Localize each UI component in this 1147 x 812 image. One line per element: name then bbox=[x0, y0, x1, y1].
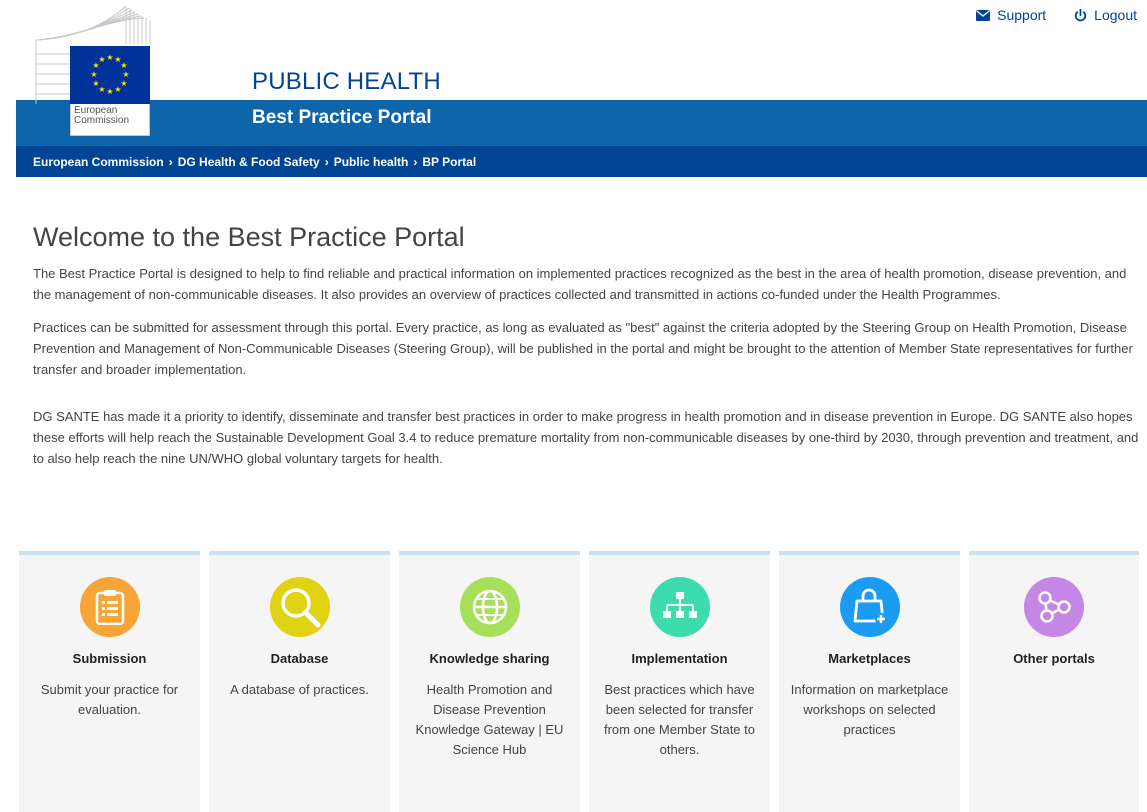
site-title: PUBLIC HEALTH bbox=[252, 68, 441, 95]
card-description: Information on marketplace workshops on … bbox=[790, 682, 949, 737]
card-database[interactable]: Database A database of practices. bbox=[209, 551, 390, 812]
card-knowledge-sharing[interactable]: Knowledge sharing Health Promotion and D… bbox=[399, 551, 580, 812]
card-title: Knowledge sharing bbox=[429, 651, 550, 666]
power-icon bbox=[1074, 8, 1087, 21]
breadcrumb-european-commission[interactable]: European Commission bbox=[33, 155, 164, 169]
svg-text:★: ★ bbox=[90, 70, 97, 79]
card-other-portals[interactable]: Other portals bbox=[969, 551, 1139, 812]
header-band bbox=[16, 100, 1147, 146]
top-utility-bar: Support Logout bbox=[976, 7, 1137, 23]
card-title: Other portals bbox=[1013, 651, 1095, 666]
submission-paragraph: Practices can be submitted for assessmen… bbox=[33, 320, 1133, 377]
card-title: Marketplaces bbox=[828, 651, 911, 666]
support-label: Support bbox=[997, 7, 1047, 23]
card-icon-circle bbox=[649, 577, 710, 637]
breadcrumb-separator: › bbox=[168, 154, 173, 169]
eu-stars-icon: ★ ★ ★ ★ ★ ★ ★ ★ ★ ★ ★ ★ bbox=[90, 53, 129, 96]
svg-text:★: ★ bbox=[122, 70, 129, 79]
card-marketplaces[interactable]: Marketplaces Information on marketplace … bbox=[779, 551, 960, 812]
breadcrumb-public-health[interactable]: Public health bbox=[334, 155, 409, 169]
card-description: Best practices which have been selected … bbox=[603, 682, 755, 757]
page-title: Welcome to the Best Practice Portal bbox=[33, 222, 465, 252]
card-icon-circle bbox=[1024, 577, 1084, 637]
logo-caption-line-2: Commission bbox=[74, 115, 130, 126]
svg-text:★: ★ bbox=[98, 55, 105, 64]
eu-flag: ★ ★ ★ ★ ★ ★ ★ ★ ★ ★ ★ ★ bbox=[70, 46, 150, 104]
card-icon-circle bbox=[459, 577, 520, 637]
breadcrumb-separator: › bbox=[324, 154, 329, 169]
breadcrumb-bp-portal[interactable]: BP Portal bbox=[422, 155, 476, 169]
card-title: Database bbox=[270, 651, 329, 666]
card-title: Submission bbox=[72, 651, 147, 666]
intro-paragraph: The Best Practice Portal is designed to … bbox=[33, 266, 1127, 302]
card-icon-circle bbox=[839, 577, 900, 637]
shopping-bag-icon bbox=[853, 588, 887, 625]
clipboard-icon bbox=[95, 590, 124, 625]
card-icon-circle bbox=[269, 577, 330, 637]
svg-text:★: ★ bbox=[114, 85, 121, 94]
site-header: Support Logout ★ ★ ★ ★ ★ ★ ★ ★ ★ ★ ★ ★ E… bbox=[0, 0, 1147, 177]
card-description: Submit your practice for evaluation. bbox=[40, 682, 179, 717]
card-icon-circle bbox=[79, 577, 140, 637]
logout-link[interactable]: Logout bbox=[1074, 7, 1137, 23]
card-description: Health Promotion and Disease Prevention … bbox=[415, 682, 564, 757]
card-title: Implementation bbox=[631, 651, 728, 666]
envelope-icon bbox=[976, 9, 991, 21]
card-description: A database of practices. bbox=[230, 682, 369, 697]
logo-caption: European Commission bbox=[70, 104, 150, 136]
support-link[interactable]: Support bbox=[976, 7, 1046, 23]
svg-text:★: ★ bbox=[92, 79, 99, 88]
breadcrumb-separator: › bbox=[413, 154, 418, 169]
logout-label: Logout bbox=[1094, 7, 1137, 23]
share-nodes-icon bbox=[1038, 591, 1071, 623]
magnifier-icon bbox=[280, 588, 320, 628]
svg-text:★: ★ bbox=[106, 53, 113, 62]
breadcrumb: European Commission › DG Health & Food S… bbox=[16, 146, 1147, 177]
svg-text:★: ★ bbox=[120, 61, 127, 70]
dg-sante-paragraph: DG SANTE has made it a priority to ident… bbox=[33, 409, 1139, 466]
feature-cards: Submission Submit your practice for eval… bbox=[19, 551, 1147, 812]
card-submission[interactable]: Submission Submit your practice for eval… bbox=[19, 551, 200, 812]
european-commission-logo[interactable]: ★ ★ ★ ★ ★ ★ ★ ★ ★ ★ ★ ★ European Commiss… bbox=[30, 4, 152, 142]
globe-icon bbox=[472, 589, 507, 625]
svg-text:★: ★ bbox=[106, 87, 113, 96]
breadcrumb-dg-health[interactable]: DG Health & Food Safety bbox=[178, 155, 320, 169]
hierarchy-icon bbox=[662, 592, 697, 618]
site-subtitle: Best Practice Portal bbox=[252, 107, 432, 128]
main-content: Welcome to the Best Practice Portal The … bbox=[33, 222, 1147, 481]
card-implementation[interactable]: Implementation Best practices which have… bbox=[589, 551, 770, 812]
